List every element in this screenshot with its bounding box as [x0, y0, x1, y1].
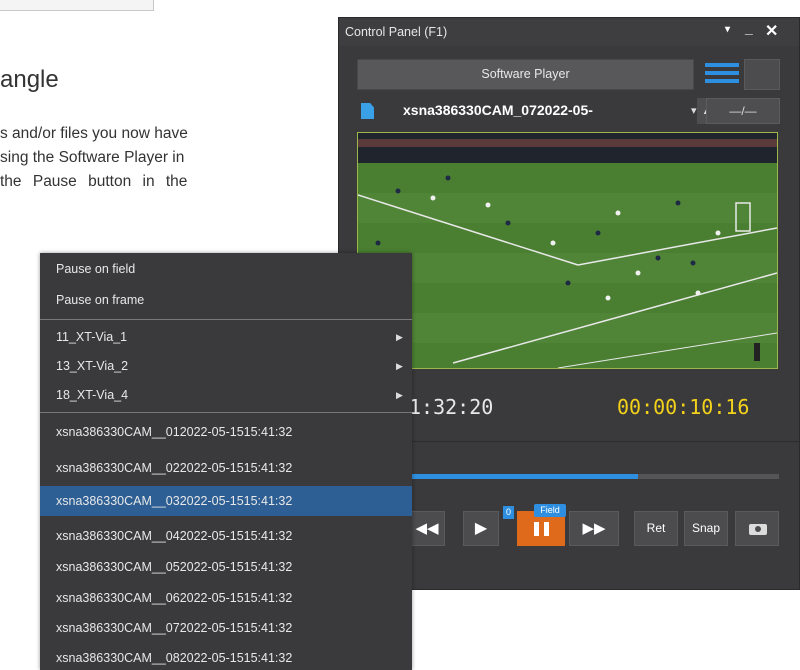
minimize-icon[interactable]: _ [745, 20, 753, 36]
menu-divider [40, 319, 412, 320]
menu-item-label: Pause on frame [56, 293, 145, 307]
document-text-line: sing the Software Player in [0, 149, 185, 166]
submenu-arrow-icon: ▶ [396, 361, 403, 371]
menu-item-clip[interactable]: xsna386330CAM__012022-05-1515:41:32 [40, 419, 412, 445]
play-button[interactable]: ▶ [463, 511, 499, 546]
menu-item-label: xsna386330CAM__062022-05-1515:41:32 [56, 591, 293, 605]
menu-item-label: 18_XT-Via_4 [56, 388, 129, 402]
chevron-down-icon[interactable]: ▾ [691, 104, 697, 117]
window-titlebar[interactable]: Control Panel (F1) ▾ _ ✕ [339, 18, 799, 46]
pause-icon [534, 522, 539, 536]
timecode-right: 00:00:10:16 [617, 395, 750, 419]
menu-item-11-xt-via-1[interactable]: 11_XT-Via_1 ▶ [40, 324, 412, 350]
pause-icon [544, 522, 549, 536]
layout-single-icon[interactable] [703, 59, 741, 90]
menu-item-label: Pause on field [56, 262, 136, 276]
timecode-left: 1:32:20 [409, 395, 494, 419]
camera-button[interactable] [735, 511, 779, 546]
pause-mode-badge: Field [534, 504, 566, 517]
menu-item-clip[interactable]: xsna386330CAM__052022-05-1515:41:32 [40, 554, 412, 580]
document-text-line: the Pause button in the [0, 173, 188, 190]
software-player-button[interactable]: Software Player [357, 59, 694, 90]
file-icon [361, 103, 374, 119]
rewind-button[interactable]: ◀◀ [409, 511, 445, 546]
menu-item-label: xsna386330CAM__042022-05-1515:41:32 [56, 529, 293, 543]
menu-item-label: xsna386330CAM__032022-05-1515:41:32 [56, 494, 293, 508]
video-preview [357, 132, 778, 369]
menu-item-clip-selected[interactable]: xsna386330CAM__032022-05-1515:41:32 [40, 486, 412, 516]
document-heading: angle [0, 66, 59, 93]
window-menu-chevron-icon[interactable]: ▾ [725, 24, 730, 35]
menu-divider [40, 412, 412, 413]
menu-item-label: 11_XT-Via_1 [56, 330, 128, 344]
menu-item-label: xsna386330CAM__052022-05-1515:41:32 [56, 560, 293, 574]
video-frame [358, 133, 777, 368]
pause-options-menu: ✓ Pause on field Pause on frame 11_XT-Vi… [40, 253, 412, 670]
menu-item-label: xsna386330CAM__012022-05-1515:41:32 [56, 425, 293, 439]
menu-item-13-xt-via-2[interactable]: 13_XT-Via_2 ▶ [40, 353, 412, 379]
clip-selector[interactable]: xsna386330CAM_072022-05- ▾ [357, 98, 697, 124]
layout-split-icon[interactable] [744, 59, 780, 90]
document-text-line: s and/or files you now have [0, 125, 188, 142]
submenu-arrow-icon: ▶ [396, 332, 403, 342]
close-icon[interactable]: ✕ [765, 21, 778, 41]
window-title: Control Panel (F1) [345, 25, 448, 39]
menu-item-clip[interactable]: xsna386330CAM__072022-05-1515:41:32 [40, 615, 412, 641]
clip-name: xsna386330CAM_072022-05- [403, 102, 593, 118]
menu-item-label: 13_XT-Via_2 [56, 359, 129, 373]
menu-item-label: xsna386330CAM__072022-05-1515:41:32 [56, 621, 293, 635]
menu-item-clip[interactable]: xsna386330CAM__062022-05-1515:41:32 [40, 585, 412, 611]
document-box-edge [0, 0, 154, 11]
snap-button[interactable]: Snap [684, 511, 728, 546]
menu-item-clip[interactable]: xsna386330CAM__082022-05-1515:41:32 [40, 645, 412, 670]
menu-item-clip[interactable]: xsna386330CAM__042022-05-1515:41:32 [40, 523, 412, 549]
play-count-badge: 0 [503, 506, 514, 519]
menu-item-clip[interactable]: xsna386330CAM__022022-05-1515:41:32 [40, 455, 412, 481]
submenu-arrow-icon: ▶ [396, 390, 403, 400]
menu-item-label: xsna386330CAM__022022-05-1515:41:32 [56, 461, 293, 475]
menu-item-label: xsna386330CAM__082022-05-1515:41:32 [56, 651, 293, 665]
menu-item-18-xt-via-4[interactable]: 18_XT-Via_4 ▶ [40, 382, 412, 408]
menu-item-pause-on-frame[interactable]: Pause on frame [40, 287, 412, 313]
ret-button[interactable]: Ret [634, 511, 678, 546]
fast-forward-button[interactable]: ▶▶ [569, 511, 619, 546]
menu-item-pause-on-field[interactable]: ✓ Pause on field [40, 256, 412, 282]
in-out-button[interactable]: —/— [706, 98, 780, 124]
